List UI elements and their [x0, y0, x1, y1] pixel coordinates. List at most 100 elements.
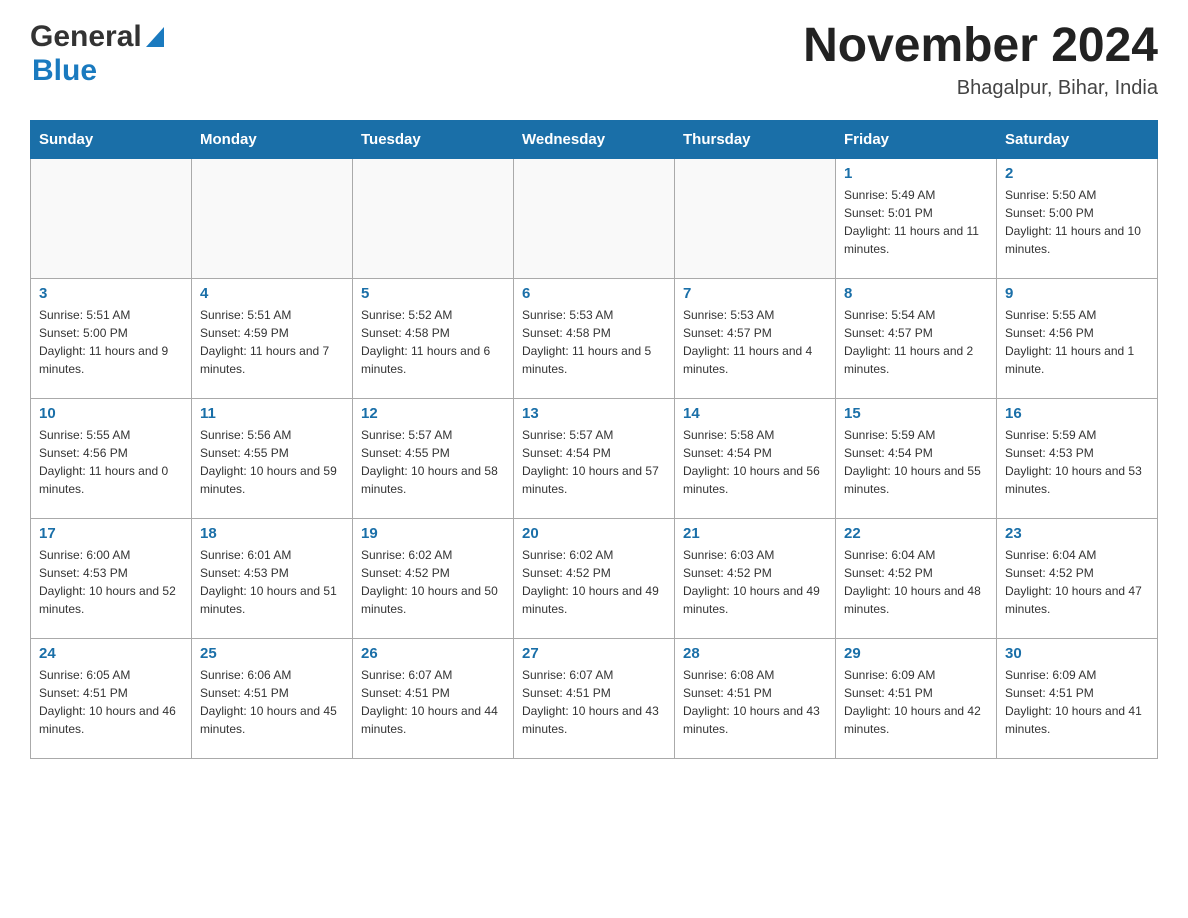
day-info: Sunrise: 6:01 AMSunset: 4:53 PMDaylight:…	[200, 546, 344, 618]
day-number: 22	[844, 525, 988, 542]
header-day-thursday: Thursday	[675, 120, 836, 158]
day-cell: 25 Sunrise: 6:06 AMSunset: 4:51 PMDayligh…	[192, 638, 353, 758]
day-info: Sunrise: 6:07 AMSunset: 4:51 PMDaylight:…	[361, 666, 505, 738]
day-cell	[192, 158, 353, 278]
header-day-sunday: Sunday	[31, 120, 192, 158]
day-info: Sunrise: 6:07 AMSunset: 4:51 PMDaylight:…	[522, 666, 666, 738]
day-cell: 24 Sunrise: 6:05 AMSunset: 4:51 PMDayligh…	[31, 638, 192, 758]
day-number: 16	[1005, 405, 1149, 422]
day-info: Sunrise: 6:09 AMSunset: 4:51 PMDaylight:…	[1005, 666, 1149, 738]
page-header: General Blue November 2024 Bhagalpur, Bi…	[30, 20, 1158, 100]
day-info: Sunrise: 6:06 AMSunset: 4:51 PMDaylight:…	[200, 666, 344, 738]
day-number: 18	[200, 525, 344, 542]
day-number: 9	[1005, 285, 1149, 302]
day-info: Sunrise: 5:59 AMSunset: 4:53 PMDaylight:…	[1005, 426, 1149, 498]
day-cell: 16 Sunrise: 5:59 AMSunset: 4:53 PMDayligh…	[997, 398, 1158, 518]
day-cell	[514, 158, 675, 278]
day-cell: 6 Sunrise: 5:53 AMSunset: 4:58 PMDaylight…	[514, 278, 675, 398]
day-number: 24	[39, 645, 183, 662]
day-info: Sunrise: 6:02 AMSunset: 4:52 PMDaylight:…	[361, 546, 505, 618]
day-cell: 1 Sunrise: 5:49 AMSunset: 5:01 PMDaylight…	[836, 158, 997, 278]
day-number: 7	[683, 285, 827, 302]
logo-triangle-icon	[146, 27, 164, 52]
day-cell: 21 Sunrise: 6:03 AMSunset: 4:52 PMDayligh…	[675, 518, 836, 638]
day-number: 21	[683, 525, 827, 542]
day-cell: 28 Sunrise: 6:08 AMSunset: 4:51 PMDayligh…	[675, 638, 836, 758]
week-row-2: 3 Sunrise: 5:51 AMSunset: 5:00 PMDaylight…	[31, 278, 1158, 398]
logo: General Blue	[30, 20, 164, 88]
day-cell	[31, 158, 192, 278]
day-cell: 14Sunrise: 5:58 AMSunset: 4:54 PMDayligh…	[675, 398, 836, 518]
day-cell: 30 Sunrise: 6:09 AMSunset: 4:51 PMDayligh…	[997, 638, 1158, 758]
logo-blue-text: Blue	[32, 54, 97, 87]
day-cell: 11Sunrise: 5:56 AMSunset: 4:55 PMDayligh…	[192, 398, 353, 518]
day-info: Sunrise: 6:02 AMSunset: 4:52 PMDaylight:…	[522, 546, 666, 618]
week-row-4: 17 Sunrise: 6:00 AMSunset: 4:53 PMDayligh…	[31, 518, 1158, 638]
day-cell: 12 Sunrise: 5:57 AMSunset: 4:55 PMDayligh…	[353, 398, 514, 518]
calendar-header: SundayMondayTuesdayWednesdayThursdayFrid…	[31, 120, 1158, 158]
day-number: 5	[361, 285, 505, 302]
day-info: Sunrise: 5:59 AMSunset: 4:54 PMDaylight:…	[844, 426, 988, 498]
day-info: Sunrise: 5:53 AMSunset: 4:58 PMDaylight:…	[522, 306, 666, 378]
day-info: Sunrise: 5:57 AMSunset: 4:55 PMDaylight:…	[361, 426, 505, 498]
day-cell: 20 Sunrise: 6:02 AMSunset: 4:52 PMDayligh…	[514, 518, 675, 638]
day-info: Sunrise: 6:05 AMSunset: 4:51 PMDaylight:…	[39, 666, 183, 738]
day-number: 13	[522, 405, 666, 422]
day-number: 15	[844, 405, 988, 422]
logo-general-text: General	[30, 20, 142, 54]
day-info: Sunrise: 5:57 AMSunset: 4:54 PMDaylight:…	[522, 426, 666, 498]
location-subtitle: Bhagalpur, Bihar, India	[803, 77, 1158, 100]
day-cell: 26 Sunrise: 6:07 AMSunset: 4:51 PMDayligh…	[353, 638, 514, 758]
day-cell: 13 Sunrise: 5:57 AMSunset: 4:54 PMDayligh…	[514, 398, 675, 518]
day-cell: 15 Sunrise: 5:59 AMSunset: 4:54 PMDayligh…	[836, 398, 997, 518]
day-number: 17	[39, 525, 183, 542]
day-info: Sunrise: 6:04 AMSunset: 4:52 PMDaylight:…	[844, 546, 988, 618]
day-info: Sunrise: 5:50 AMSunset: 5:00 PMDaylight:…	[1005, 186, 1149, 258]
day-number: 14	[683, 405, 827, 422]
day-cell: 22 Sunrise: 6:04 AMSunset: 4:52 PMDayligh…	[836, 518, 997, 638]
day-info: Sunrise: 6:00 AMSunset: 4:53 PMDaylight:…	[39, 546, 183, 618]
week-row-5: 24 Sunrise: 6:05 AMSunset: 4:51 PMDayligh…	[31, 638, 1158, 758]
week-row-3: 10Sunrise: 5:55 AMSunset: 4:56 PMDayligh…	[31, 398, 1158, 518]
day-number: 8	[844, 285, 988, 302]
day-info: Sunrise: 6:08 AMSunset: 4:51 PMDaylight:…	[683, 666, 827, 738]
day-info: Sunrise: 5:51 AMSunset: 5:00 PMDaylight:…	[39, 306, 183, 378]
day-number: 4	[200, 285, 344, 302]
day-number: 19	[361, 525, 505, 542]
day-cell: 18 Sunrise: 6:01 AMSunset: 4:53 PMDayligh…	[192, 518, 353, 638]
day-number: 1	[844, 165, 988, 182]
day-info: Sunrise: 5:56 AMSunset: 4:55 PMDaylight:…	[200, 426, 344, 498]
day-number: 6	[522, 285, 666, 302]
day-cell: 3 Sunrise: 5:51 AMSunset: 5:00 PMDaylight…	[31, 278, 192, 398]
header-day-friday: Friday	[836, 120, 997, 158]
day-number: 27	[522, 645, 666, 662]
day-cell: 10Sunrise: 5:55 AMSunset: 4:56 PMDayligh…	[31, 398, 192, 518]
day-cell: 19 Sunrise: 6:02 AMSunset: 4:52 PMDayligh…	[353, 518, 514, 638]
day-number: 26	[361, 645, 505, 662]
day-number: 20	[522, 525, 666, 542]
day-number: 12	[361, 405, 505, 422]
day-info: Sunrise: 5:52 AMSunset: 4:58 PMDaylight:…	[361, 306, 505, 378]
day-number: 30	[1005, 645, 1149, 662]
day-info: Sunrise: 6:04 AMSunset: 4:52 PMDaylight:…	[1005, 546, 1149, 618]
day-cell: 29 Sunrise: 6:09 AMSunset: 4:51 PMDayligh…	[836, 638, 997, 758]
day-cell	[353, 158, 514, 278]
day-number: 23	[1005, 525, 1149, 542]
day-cell: 2Sunrise: 5:50 AMSunset: 5:00 PMDaylight…	[997, 158, 1158, 278]
day-info: Sunrise: 5:49 AMSunset: 5:01 PMDaylight:…	[844, 186, 988, 258]
day-cell: 4 Sunrise: 5:51 AMSunset: 4:59 PMDaylight…	[192, 278, 353, 398]
day-number: 28	[683, 645, 827, 662]
day-info: Sunrise: 5:53 AMSunset: 4:57 PMDaylight:…	[683, 306, 827, 378]
header-day-monday: Monday	[192, 120, 353, 158]
day-number: 10	[39, 405, 183, 422]
title-block: November 2024 Bhagalpur, Bihar, India	[803, 20, 1158, 100]
month-title: November 2024	[803, 20, 1158, 73]
day-info: Sunrise: 6:03 AMSunset: 4:52 PMDaylight:…	[683, 546, 827, 618]
day-number: 29	[844, 645, 988, 662]
day-number: 25	[200, 645, 344, 662]
day-number: 3	[39, 285, 183, 302]
header-day-saturday: Saturday	[997, 120, 1158, 158]
day-info: Sunrise: 5:51 AMSunset: 4:59 PMDaylight:…	[200, 306, 344, 378]
day-info: Sunrise: 6:09 AMSunset: 4:51 PMDaylight:…	[844, 666, 988, 738]
header-row: SundayMondayTuesdayWednesdayThursdayFrid…	[31, 120, 1158, 158]
